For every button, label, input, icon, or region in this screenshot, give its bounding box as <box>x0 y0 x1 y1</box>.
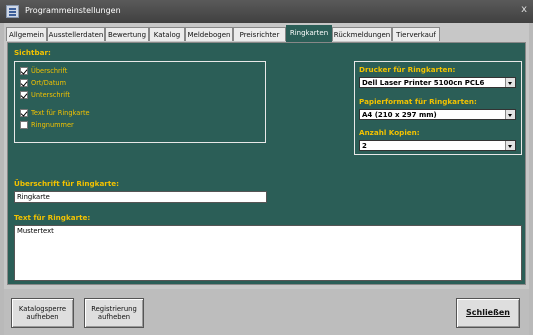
katalogsperre-aufheben-button[interactable]: Katalogsperre aufheben <box>11 298 74 328</box>
checkbox-ringnummer[interactable]: Ringnummer <box>20 120 74 130</box>
schliessen-button[interactable]: Schließen <box>456 298 520 328</box>
papier-label: Papierformat für Ringkarten: <box>359 97 477 106</box>
checkbox-label: Unterschrift <box>31 91 70 99</box>
kopien-value: 2 <box>362 142 367 150</box>
button-label-line2: aufheben <box>26 313 59 321</box>
checkbox-label: Ort/Datum <box>31 79 67 87</box>
sichtbar-group: Überschrift Ort/Datum Unterschrift Text … <box>14 61 266 143</box>
papier-value: A4 (210 x 297 mm) <box>362 111 437 119</box>
button-label-line2: aufheben <box>97 313 131 321</box>
tab-meldebogen[interactable]: Meldebogen <box>185 27 233 41</box>
chevron-down-icon[interactable] <box>505 78 515 87</box>
button-label-line1: Katalogsperre <box>18 305 67 313</box>
tab-katalog[interactable]: Katalog <box>149 27 185 41</box>
kopien-combo[interactable]: 2 <box>359 140 516 151</box>
button-bar: Katalogsperre aufheben Registrierung auf… <box>4 289 529 335</box>
checkbox-box[interactable] <box>20 121 28 129</box>
printer-group: Drucker für Ringkarten: Dell Laser Print… <box>354 61 522 155</box>
tab-ausstellerdaten[interactable]: Ausstellerdaten <box>47 27 105 41</box>
tab-tierverkauf[interactable]: Tierverkauf <box>392 27 440 41</box>
ueberschrift-label: Überschrift für Ringkarte: <box>14 179 120 188</box>
checkbox-label: Überschrift <box>31 67 68 75</box>
checkbox-box[interactable] <box>20 79 28 87</box>
papier-combo[interactable]: A4 (210 x 297 mm) <box>359 109 516 120</box>
checkbox-text-ringkarte[interactable]: Text für Ringkarte <box>20 108 90 118</box>
tab-rueckmeldungen[interactable]: Rückmeldungen <box>332 27 392 41</box>
checkbox-box[interactable] <box>20 91 28 99</box>
ueberschrift-field[interactable]: Ringkarte <box>14 191 267 203</box>
settings-form: Allgemein Ausstellerdaten Bewertung Kata… <box>4 23 529 335</box>
checkbox-ueberschrift[interactable]: Überschrift <box>20 66 67 76</box>
button-label-line1: Registrierung <box>91 305 137 313</box>
close-icon[interactable]: x <box>521 4 527 15</box>
drucker-label: Drucker für Ringkarten: <box>359 65 456 74</box>
drucker-combo[interactable]: Dell Laser Printer 5100cn PCL6 <box>359 77 516 88</box>
tab-bewertung[interactable]: Bewertung <box>105 27 149 41</box>
sichtbar-heading: Sichtbar: <box>14 48 51 57</box>
drucker-value: Dell Laser Printer 5100cn PCL6 <box>362 79 485 87</box>
checkbox-box[interactable] <box>20 109 28 117</box>
title-bar: Programmeinstellungen x <box>0 0 533 23</box>
checkbox-box[interactable] <box>20 67 28 75</box>
ringkarten-panel: Sichtbar: Überschrift Ort/Datum Untersch… <box>7 42 526 285</box>
checkbox-unterschrift[interactable]: Unterschrift <box>20 90 70 100</box>
form-icon <box>6 5 19 18</box>
tab-allgemein[interactable]: Allgemein <box>6 27 47 41</box>
text-label: Text für Ringkarte: <box>14 213 91 222</box>
chevron-down-icon[interactable] <box>505 141 515 150</box>
checkbox-label: Ringnummer <box>31 121 74 129</box>
tab-ringkarten[interactable]: Ringkarten <box>286 25 332 42</box>
checkbox-ort-datum[interactable]: Ort/Datum <box>20 78 66 88</box>
kopien-label: Anzahl Kopien: <box>359 128 420 137</box>
chevron-down-icon[interactable] <box>505 110 515 119</box>
text-field[interactable]: Mustertext <box>14 225 522 281</box>
registrierung-aufheben-button[interactable]: Registrierung aufheben <box>84 298 144 328</box>
tab-preisrichter[interactable]: Preisrichter <box>233 27 286 41</box>
checkbox-label: Text für Ringkarte <box>31 109 90 117</box>
window-title: Programmeinstellungen <box>25 6 121 15</box>
